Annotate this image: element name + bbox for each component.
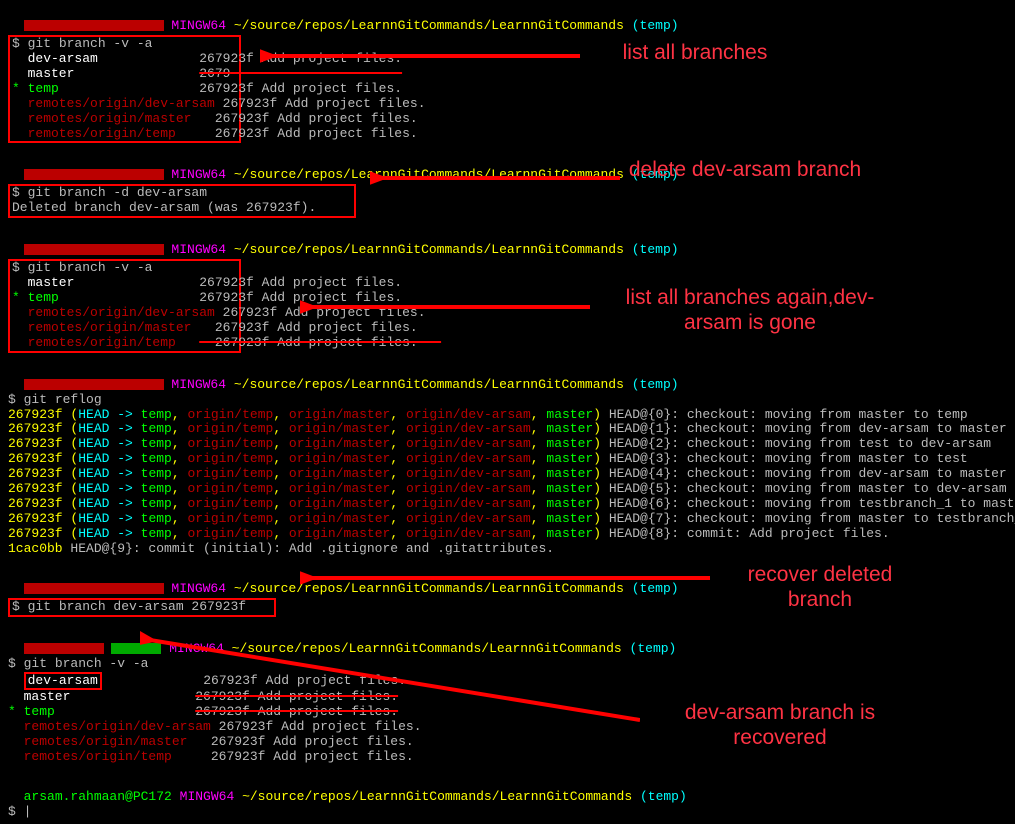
branch-row: remotes/origin/dev-arsam 267923f Add pro… (12, 306, 237, 321)
prompt-line: MINGW64 ~/source/repos/LearnnGitCommands… (8, 228, 1007, 258)
cmd-list3: $ git branch -v -a (8, 657, 1007, 672)
cmd-list1: $ git branch -v -a (12, 37, 237, 52)
branch-row: dev-arsam 267923f Add project files. (8, 672, 1007, 691)
branch-row: * temp 267923f Add project files. (12, 291, 237, 306)
branch-row: master 2679 (12, 67, 237, 82)
prompt-line: MINGW64 ~/source/repos/LearnnGitCommands… (8, 627, 1007, 657)
delete-output: Deleted branch dev-arsam (was 267923f). (12, 201, 352, 216)
annotation-delete: delete dev-arsam branch (625, 157, 865, 182)
box-delete-branch: $ git branch -d dev-arsam Deleted branch… (8, 184, 356, 218)
box-recover-branch: $ git branch dev-arsam 267923f (8, 598, 276, 617)
annotation-list-again: list all branches again,dev-arsam is gon… (600, 285, 900, 335)
prompt-line-final: arsam.rahmaan@PC172 MINGW64 ~/source/rep… (8, 775, 1007, 805)
cmd-reflog: $ git reflog (8, 393, 1007, 408)
branch-list-2: master 267923f Add project files.* temp … (12, 276, 237, 351)
branch-row: dev-arsam 267923f Add project files. (12, 52, 237, 67)
branch-row: remotes/origin/temp 267923f Add project … (8, 750, 1007, 765)
cursor[interactable]: $ | (8, 805, 1007, 820)
branch-row: remotes/origin/temp 267923f Add project … (12, 336, 237, 351)
reflog-row: 267923f (HEAD -> temp, origin/temp, orig… (8, 482, 1007, 497)
reflog-row: 267923f (HEAD -> temp, origin/temp, orig… (8, 497, 1007, 512)
reflog-row: 267923f (HEAD -> temp, origin/temp, orig… (8, 408, 1007, 423)
branch-row: master 267923f Add project files. (12, 276, 237, 291)
branch-list-1: dev-arsam 267923f Add project files. mas… (12, 52, 237, 142)
prompt-line: MINGW64 ~/source/repos/LearnnGitCommands… (8, 4, 1007, 34)
reflog-row: 267923f (HEAD -> temp, origin/temp, orig… (8, 512, 1007, 527)
prompt-line: MINGW64 ~/source/repos/LearnnGitCommands… (8, 363, 1007, 393)
reflog-row: 267923f (HEAD -> temp, origin/temp, orig… (8, 437, 1007, 452)
box-list-branches-1: $ git branch -v -a dev-arsam 267923f Add… (8, 35, 241, 144)
reflog-last: 1cac0bb HEAD@{9}: commit (initial): Add … (8, 542, 1007, 557)
annotation-recovered: dev-arsam branch is recovered (640, 700, 920, 750)
branch-row: remotes/origin/temp 267923f Add project … (12, 127, 237, 142)
cmd-recover: $ git branch dev-arsam 267923f (12, 600, 272, 615)
reflog-row: 267923f (HEAD -> temp, origin/temp, orig… (8, 452, 1007, 467)
reflog-row: 267923f (HEAD -> temp, origin/temp, orig… (8, 467, 1007, 482)
annotation-list-all: list all branches (585, 40, 805, 65)
cmd-delete: $ git branch -d dev-arsam (12, 186, 352, 201)
reflog-row: 267923f (HEAD -> temp, origin/temp, orig… (8, 422, 1007, 437)
reflog-output: 267923f (HEAD -> temp, origin/temp, orig… (8, 408, 1007, 542)
branch-row: remotes/origin/master 267923f Add projec… (12, 112, 237, 127)
box-list-branches-2: $ git branch -v -a master 267923f Add pr… (8, 259, 241, 353)
branch-row: remotes/origin/dev-arsam 267923f Add pro… (12, 97, 237, 112)
cmd-list2: $ git branch -v -a (12, 261, 237, 276)
branch-row: remotes/origin/master 267923f Add projec… (12, 321, 237, 336)
reflog-row: 267923f (HEAD -> temp, origin/temp, orig… (8, 527, 1007, 542)
branch-row: * temp 267923f Add project files. (12, 82, 237, 97)
annotation-recover: recover deleted branch (720, 562, 920, 612)
